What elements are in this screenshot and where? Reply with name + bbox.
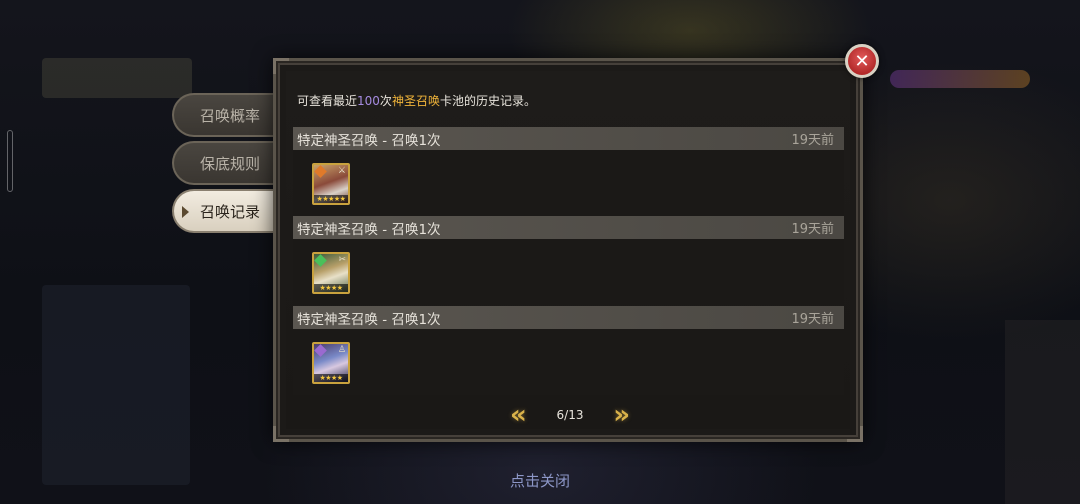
tab-summon-history[interactable]: 召唤记录 <box>172 189 276 233</box>
corner-ornament <box>847 426 863 442</box>
close-icon: ✕ <box>854 50 870 72</box>
class-icon: ⚔ <box>337 166 346 176</box>
record-header: 特定神圣召唤 - 召唤1次 19天前 <box>293 216 844 239</box>
pagination: « 6/13 » <box>510 400 630 430</box>
page-indicator: 6/13 <box>556 408 584 422</box>
intro-pool-name: 神圣召唤 <box>391 94 440 108</box>
intro-suffix: 卡池的历史记录。 <box>439 94 536 108</box>
hero-card[interactable]: ✂ ★★★★ <box>312 252 350 294</box>
record-title: 特定神圣召唤 - 召唤1次 <box>297 221 441 238</box>
record-time: 19天前 <box>791 312 834 327</box>
close-button[interactable]: ✕ <box>845 44 879 78</box>
intro-text: 可查看最近100次神圣召唤卡池的历史记录。 <box>297 92 536 109</box>
corner-ornament <box>273 426 289 442</box>
background-list <box>42 285 190 485</box>
intro-middle: 次 <box>379 94 392 108</box>
intro-count: 100 <box>357 94 380 108</box>
class-icon: ♙ <box>337 345 346 355</box>
next-page-icon[interactable]: » <box>613 402 630 428</box>
record-header: 特定神圣召唤 - 召唤1次 19天前 <box>293 127 844 150</box>
record-body: ⚔ ★★★★★ <box>293 150 844 216</box>
background-bar <box>890 70 1030 88</box>
intro-prefix: 可查看最近 <box>297 94 358 108</box>
record-title: 特定神圣召唤 - 召唤1次 <box>297 132 441 149</box>
tab-label: 召唤概率 <box>200 106 261 125</box>
tab-label: 召唤记录 <box>200 202 261 221</box>
star-rating: ★★★★★ <box>314 195 348 203</box>
record-header: 特定神圣召唤 - 召唤1次 19天前 <box>293 306 844 329</box>
record-body: ♙ ★★★★ <box>293 329 844 395</box>
hero-card[interactable]: ♙ ★★★★ <box>312 342 350 384</box>
record-time: 19天前 <box>791 222 834 237</box>
tab-label: 保底规则 <box>200 154 261 173</box>
background-panel <box>42 58 192 98</box>
screen-edge-handle <box>7 130 13 192</box>
record-title: 特定神圣召唤 - 召唤1次 <box>297 311 441 328</box>
class-icon: ✂ <box>338 255 346 265</box>
tab-pity-rules[interactable]: 保底规则 <box>172 141 276 185</box>
hero-card[interactable]: ⚔ ★★★★★ <box>312 163 350 205</box>
star-rating: ★★★★ <box>314 284 348 292</box>
prev-page-icon[interactable]: « <box>510 402 527 428</box>
corner-ornament <box>273 58 289 74</box>
tap-to-close-hint[interactable]: 点击关闭 <box>0 470 1080 491</box>
record-body: ✂ ★★★★ <box>293 239 844 305</box>
record-time: 19天前 <box>791 133 834 148</box>
tab-summon-rates[interactable]: 召唤概率 <box>172 93 276 137</box>
star-rating: ★★★★ <box>314 374 348 382</box>
